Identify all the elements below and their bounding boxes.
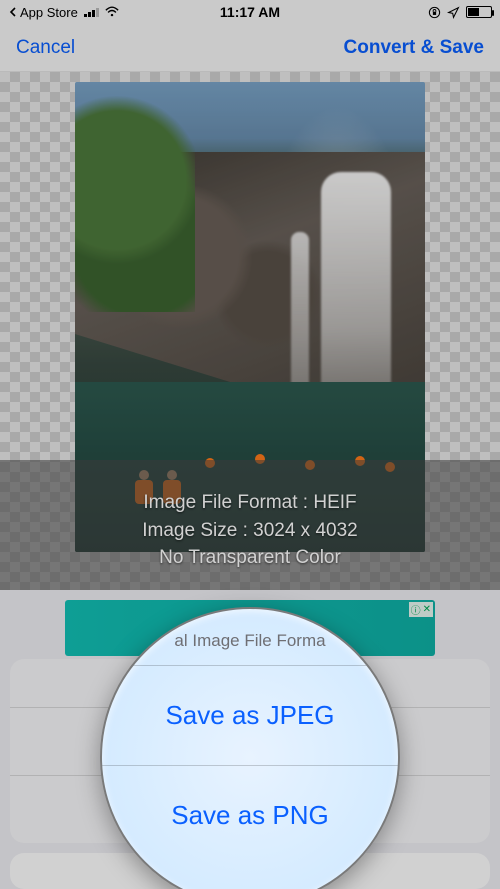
status-bar: App Store 11:17 AM	[0, 0, 500, 24]
ad-info-icon: ⓘ	[411, 602, 421, 617]
image-preview-area: Image File Format : HEIF Image Size : 30…	[0, 72, 500, 590]
magnifier-highlight: al Image File Forma Save as JPEG Save as…	[100, 607, 400, 889]
ad-badge[interactable]: ⓘ ✕	[409, 602, 433, 617]
image-format-line: Image File Format : HEIF	[0, 489, 500, 517]
magnifier-option-png[interactable]: Save as PNG	[102, 766, 398, 865]
image-transparency-line: No Transparent Color	[0, 544, 500, 572]
app-screen: App Store 11:17 AM Cancel Convert & S	[0, 0, 500, 889]
image-size-line: Image Size : 3024 x 4032	[0, 517, 500, 545]
ad-close-icon[interactable]: ✕	[423, 604, 431, 615]
status-time: 11:17 AM	[0, 4, 500, 20]
cancel-button[interactable]: Cancel	[16, 37, 75, 59]
image-info: Image File Format : HEIF Image Size : 30…	[0, 489, 500, 572]
convert-save-button[interactable]: Convert & Save	[344, 37, 484, 59]
nav-bar: Cancel Convert & Save	[0, 24, 500, 72]
magnifier-option-jpeg[interactable]: Save as JPEG	[102, 666, 398, 765]
battery-icon	[466, 6, 492, 18]
